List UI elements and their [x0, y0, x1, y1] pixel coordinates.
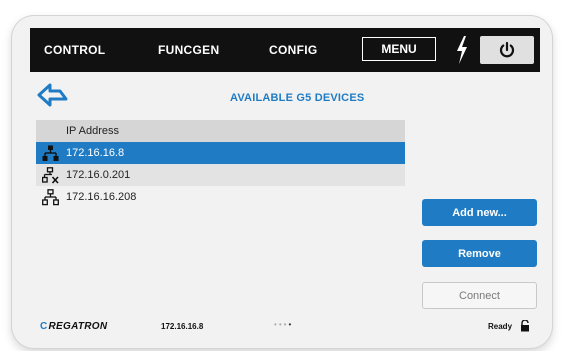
ip-address-text: 172.16.16.8: [66, 147, 125, 159]
ip-address-text: 172.16.0.201: [66, 169, 131, 181]
lightning-icon: [457, 36, 467, 64]
regatron-logo: CREGATRON: [40, 321, 108, 332]
tab-control[interactable]: CONTROL: [44, 28, 105, 72]
tab-config[interactable]: CONFIG: [269, 28, 317, 72]
back-arrow-icon[interactable]: [36, 82, 70, 108]
brand-name: REGATRON: [48, 321, 108, 332]
table-row[interactable]: 172.16.16.8: [36, 142, 405, 164]
table-row[interactable]: 172.16.16.208: [36, 186, 405, 208]
device-table: IP Address 172.16.16.8 172.16.0.201 172.…: [36, 120, 405, 208]
network-icon: [42, 189, 59, 206]
ip-address-text: 172.16.16.208: [66, 191, 137, 203]
remove-button[interactable]: Remove: [422, 240, 537, 267]
menu-button[interactable]: MENU: [362, 37, 436, 61]
network-connected-icon: [42, 145, 59, 161]
unlock-icon[interactable]: [520, 320, 530, 332]
tab-funcgen[interactable]: FUNCGEN: [158, 28, 219, 72]
connect-button[interactable]: Connect: [422, 282, 537, 309]
top-navigation-bar: CONTROL FUNCGEN CONFIG MENU: [30, 28, 540, 72]
power-button[interactable]: [480, 36, 534, 64]
table-row[interactable]: 172.16.0.201: [36, 164, 405, 186]
page-indicator: ••••: [274, 320, 294, 329]
device-list-screen: AVAILABLE G5 DEVICES IP Address 172.16.1…: [30, 72, 540, 342]
status-ip-address: 172.16.16.8: [161, 322, 204, 331]
power-icon: [499, 41, 515, 58]
status-bar: CREGATRON 172.16.16.8 •••• Ready: [30, 314, 540, 340]
page-title: AVAILABLE G5 DEVICES: [230, 92, 365, 104]
status-text: Ready: [488, 322, 513, 331]
column-header-ip-address: IP Address: [36, 120, 405, 142]
add-new-button[interactable]: Add new...: [422, 199, 537, 226]
network-disconnected-icon: [42, 167, 59, 184]
